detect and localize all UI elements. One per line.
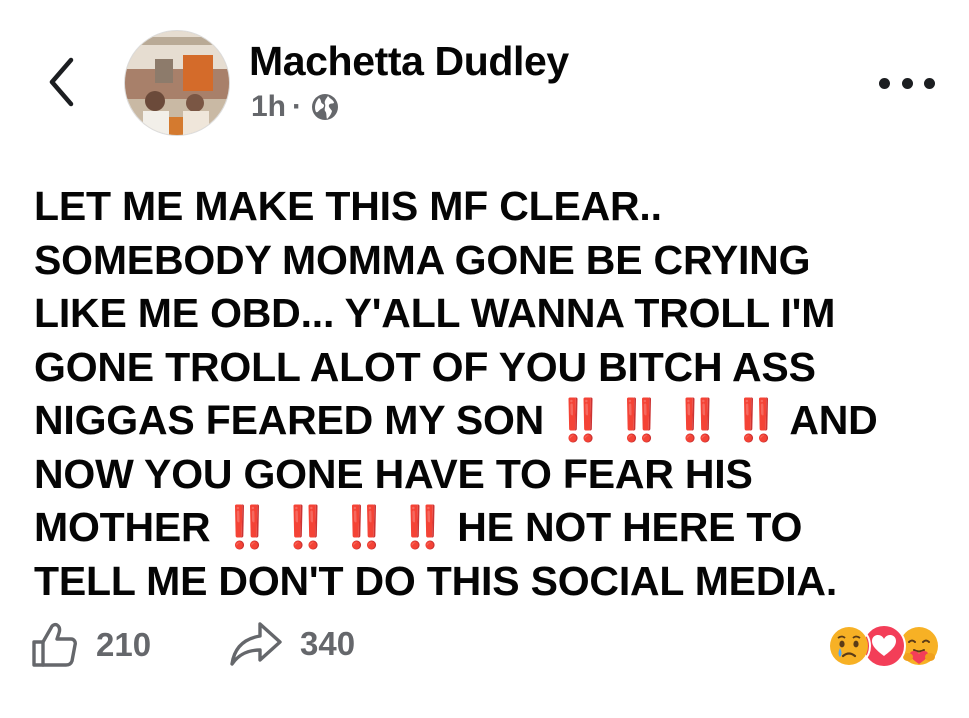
meta-separator: · [292,90,303,123]
post-text: LET ME MAKE THIS MF CLEAR.. SOMEBODY MOM… [34,180,934,608]
share-arrow-icon [230,622,282,666]
post-meta: 1h · [251,90,340,124]
share-count: 340 [300,625,356,662]
post-text-line: TELL ME DON'T DO THIS SOCIAL MEDIA. [34,555,934,609]
more-dot [924,77,935,89]
double-exclamation-emoji: ‼️ ‼️ ‼️ ‼️ [221,504,448,550]
more-options-button[interactable] [879,66,935,100]
post-text-segment: LIKE ME OBD... Y'ALL WANNA TROLL I'M [34,290,836,336]
double-exclamation-emoji: ‼️ ‼️ ‼️ ‼️ [555,397,781,443]
share-button[interactable]: 340 [228,620,355,668]
like-button[interactable]: 210 [30,620,151,670]
avatar[interactable] [124,30,230,136]
post-text-segment: LET ME MAKE THIS MF CLEAR.. [34,183,662,229]
chevron-left-icon [49,57,74,107]
author-name[interactable]: Machetta Dudley [249,38,569,85]
post-text-segment: HE NOT HERE TO [457,504,803,550]
avatar-photo [125,31,229,135]
post-text-segment: MOTHER [34,504,211,550]
post-text-line: NIGGAS FEARED MY SON ‼️ ‼️ ‼️ ‼️ AND [34,394,934,448]
reaction-summary[interactable] [827,624,941,668]
post-text-segment: NOW YOU GONE HAVE TO FEAR HIS [34,450,753,497]
post-text-segment: SOMEBODY MOMMA GONE BE CRYING [34,236,811,283]
post-text-segment: NIGGAS FEARED MY SON [34,397,545,443]
post-text-line: NOW YOU GONE HAVE TO FEAR HIS [34,448,934,502]
more-dot [879,77,890,89]
thumbs-up-icon [32,622,77,667]
back-button[interactable] [36,52,86,112]
like-count: 210 [96,626,152,663]
more-dot [901,77,913,89]
post-footer: 210 340 [30,616,941,678]
post-text-line: LIKE ME OBD... Y'ALL WANNA TROLL I'M [34,287,934,341]
post-text-line: MOTHER ‼️ ‼️ ‼️ ‼️ HE NOT HERE TO [34,501,934,555]
post-text-segment: AND [789,397,878,443]
sad-reaction-icon [827,624,871,668]
post-text-line: LET ME MAKE THIS MF CLEAR.. [34,180,934,234]
post-text-line: SOMEBODY MOMMA GONE BE CRYING [34,234,934,288]
post-text-segment: GONE TROLL ALOT OF YOU BITCH ASS [34,343,816,390]
post-text-line: GONE TROLL ALOT OF YOU BITCH ASS [34,341,934,395]
globe-icon[interactable] [310,92,340,122]
post-timestamp[interactable]: 1h [251,90,286,124]
post-text-segment: TELL ME DON'T DO THIS SOCIAL MEDIA. [34,557,838,604]
